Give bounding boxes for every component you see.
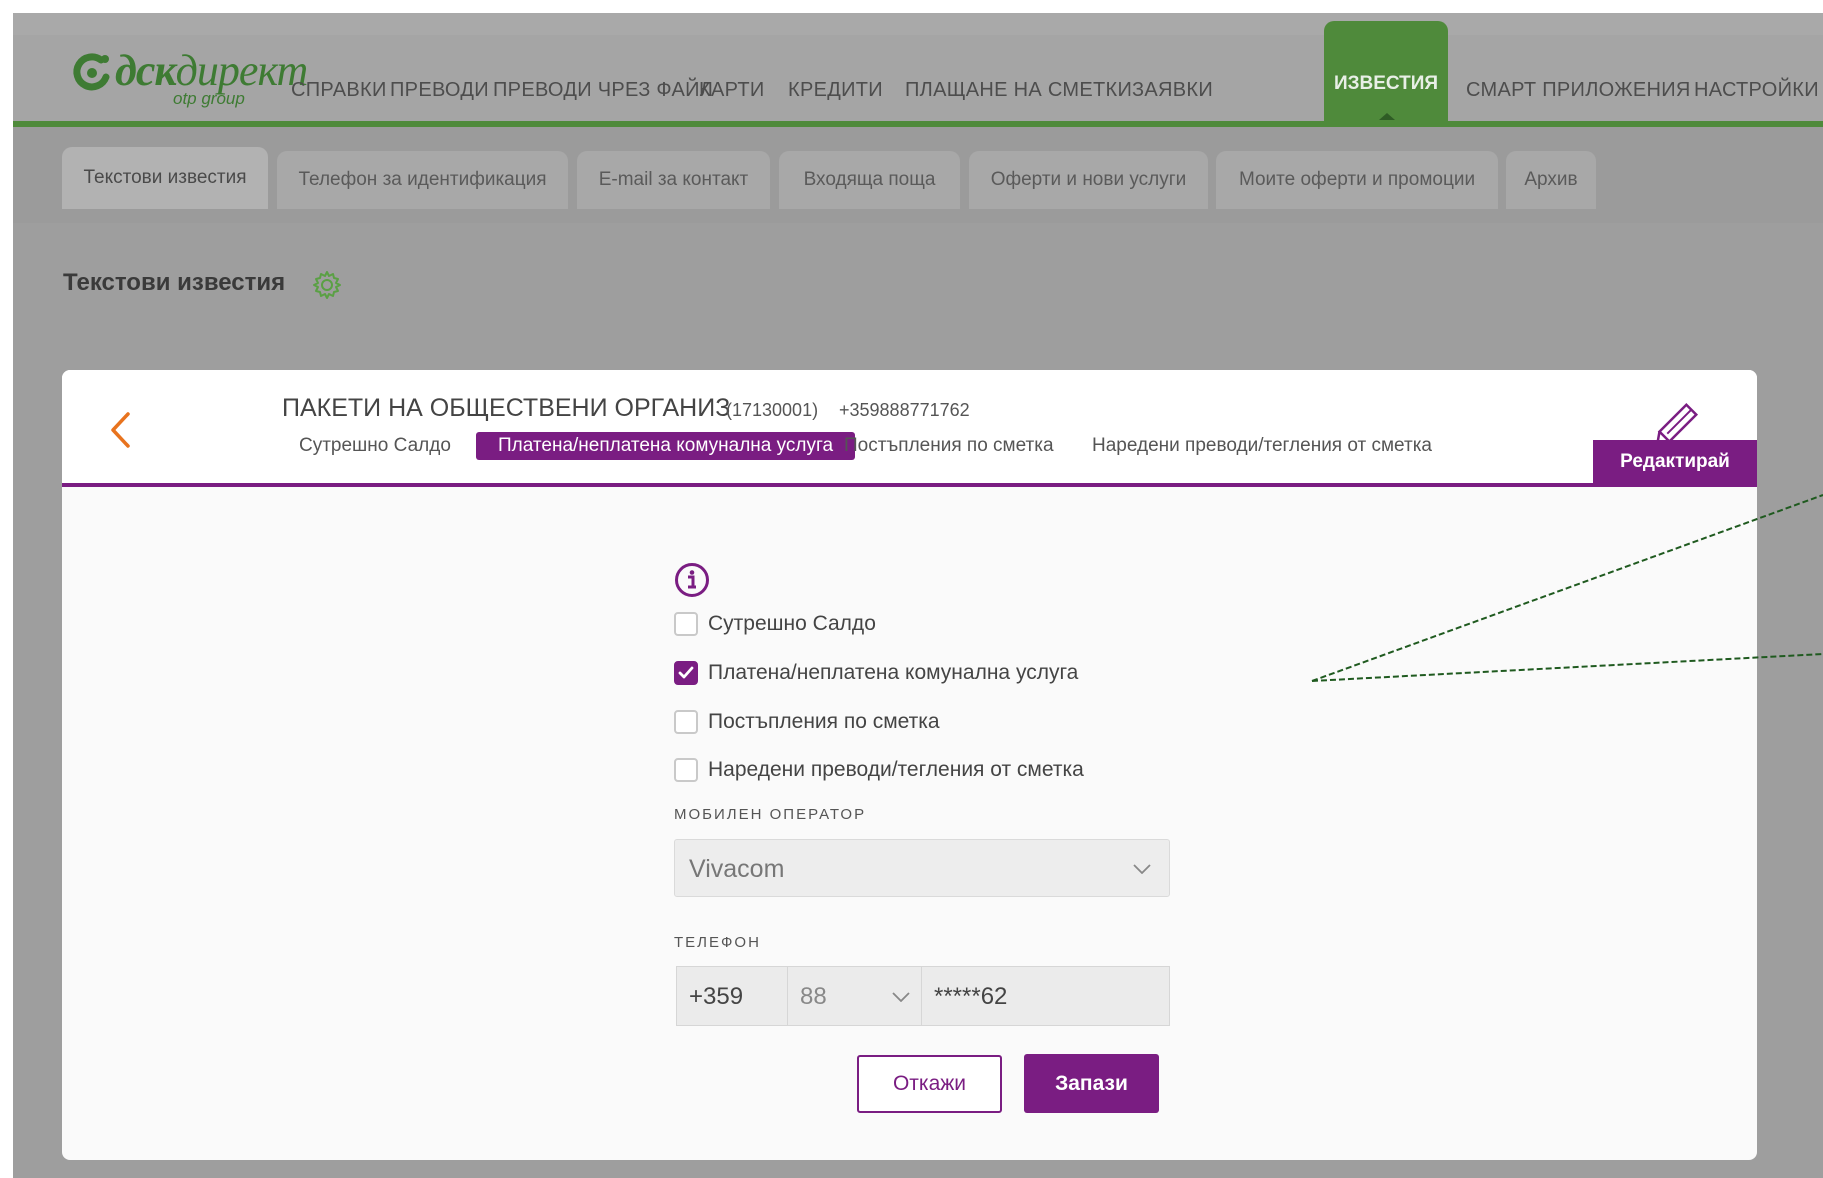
operator-label: МОБИЛЕН ОПЕРАТОР [674,806,867,823]
checkbox-box[interactable] [674,710,698,734]
back-chevron-icon[interactable] [108,410,132,450]
page-title: Текстови известия [63,269,286,296]
nav-item-plashtane[interactable]: ПЛАЩАНЕ НА СМЕТКИ [905,79,1132,102]
nav-item-krediti[interactable]: КРЕДИТИ [788,79,883,102]
phone-label: ТЕЛЕФОН [674,934,761,951]
subtab-contact-email[interactable]: E-mail за контакт [577,151,770,209]
subtab-my-offers[interactable]: Моите оферти и промоции [1216,151,1498,209]
phone-country-code-value: +359 [689,983,744,1010]
edit-button[interactable]: Редактирай [1593,440,1757,483]
account-number: (17130001) [726,400,819,420]
nav-item-nastroiki[interactable]: НАСТРОЙКИ [1694,79,1819,102]
logo-subtitle: otp group [173,89,245,108]
checkbox-label: Сутрешно Салдо [708,612,876,635]
checkmark-icon [678,666,694,679]
phone-field-group: +359 88 *****62 [676,966,1170,1026]
app-frame: дскдирект otp group СПРАВКИ ПРЕВОДИ ПРЕВ… [13,13,1823,1178]
checkbox-label: Постъпления по сметка [708,710,940,733]
nav-item-karti[interactable]: КАРТИ [699,79,765,102]
checkbox-incoming[interactable]: Постъпления по сметка [674,708,940,736]
nav-item-spravki[interactable]: СПРАВКИ [291,79,387,102]
account-phone: +359888771762 [839,400,970,420]
subtab-inbox[interactable]: Входяща поща [779,151,960,209]
top-navigation: дскдирект otp group СПРАВКИ ПРЕВОДИ ПРЕВ… [13,13,1823,127]
subtab-offers[interactable]: Оферти и нови услуги [969,151,1208,209]
card-header: ПАКЕТИ НА ОБЩЕСТВЕНИ ОРГАНИЗ (17130001) … [62,370,1757,487]
card-tab-outgoing[interactable]: Наредени преводи/тегления от сметка [1092,435,1432,457]
checkbox-box[interactable] [674,612,698,636]
nav-item-prevodi-file[interactable]: ПРЕВОДИ ЧРЕЗ ФАЙЛ [493,79,713,102]
phone-number-input[interactable]: *****62 [922,966,1170,1026]
checkbox-utility-payment[interactable]: Платена/неплатена комунална услуга [674,659,1078,687]
cancel-button[interactable]: Откажи [857,1055,1002,1113]
nav-item-label: ИЗВЕСТИЯ [1333,73,1439,94]
card-tab-morning-balance[interactable]: Сутрешно Салдо [299,435,451,457]
notification-card: ПАКЕТИ НА ОБЩЕСТВЕНИ ОРГАНИЗ (17130001) … [62,370,1757,1160]
chevron-down-icon [892,992,910,1002]
pencil-icon[interactable] [1652,396,1708,446]
checkbox-box[interactable] [674,758,698,782]
subtab-archive[interactable]: Архив [1506,151,1596,209]
checkbox-box-checked[interactable] [674,661,698,685]
phone-operator-select[interactable]: 88 [788,966,922,1026]
operator-value: Vivacom [689,855,785,883]
checkbox-label: Наредени преводи/тегления от сметка [708,758,1084,781]
gear-icon[interactable] [311,269,343,301]
card-tab-incoming[interactable]: Постъпления по сметка [844,435,1054,457]
active-caret-icon [1379,113,1395,120]
phone-operator-value: 88 [800,983,827,1010]
subtab-identification-phone[interactable]: Телефон за идентификация [277,151,568,209]
card-tab-utility-payment[interactable]: Платена/неплатена комунална услуга [476,432,856,460]
checkbox-outgoing[interactable]: Наредени преводи/тегления от сметка [674,756,1084,784]
top-strip [13,13,1823,35]
info-icon[interactable] [674,562,710,598]
sub-navigation: Текстови известия Телефон за идентификац… [13,127,1823,223]
checkbox-morning-balance[interactable]: Сутрешно Салдо [674,610,876,638]
subtab-text-notifications[interactable]: Текстови известия [62,147,268,209]
checkbox-label: Платена/неплатена комунална услуга [708,661,1079,684]
nav-item-smart[interactable]: СМАРТ ПРИЛОЖЕНИЯ [1466,79,1691,102]
save-button[interactable]: Запази [1024,1054,1159,1113]
chevron-down-icon [1133,864,1151,874]
account-name: ПАКЕТИ НА ОБЩЕСТВЕНИ ОРГАНИЗ [282,394,731,422]
phone-country-code: +359 [676,966,788,1026]
logo-mark-icon [73,53,110,91]
nav-item-prevodi[interactable]: ПРЕВОДИ [390,79,489,102]
operator-select[interactable]: Vivacom [674,839,1170,897]
nav-item-zayavki[interactable]: ЗАЯВКИ [1132,79,1213,102]
nav-item-izvestiya[interactable]: ИЗВЕСТИЯ [1324,21,1448,121]
phone-number-value: *****62 [934,983,1008,1010]
